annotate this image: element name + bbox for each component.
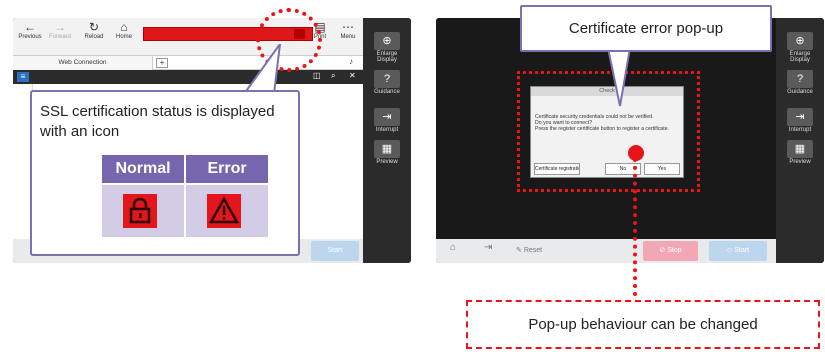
callout-pointer — [244, 44, 281, 94]
connector-dot — [628, 145, 644, 161]
arrow-right-icon: → — [54, 20, 66, 34]
preview-button[interactable]: ▦ Preview — [367, 140, 407, 165]
help-icon: ? — [787, 70, 813, 88]
preview-icon: ▦ — [787, 140, 813, 158]
callout-text: SSL certification status is displayed wi… — [40, 103, 275, 140]
bookmark-icon[interactable]: ◫ — [313, 71, 321, 80]
error-cell — [186, 185, 268, 237]
previous-button[interactable]: ← Previous — [15, 20, 45, 40]
search-icon[interactable]: ⌕ — [331, 71, 335, 81]
hamburger-icon[interactable]: ≡ — [17, 72, 29, 82]
page-nav-bar: ≡ ◫ ⌕ ✕ — [13, 70, 363, 84]
guidance-button[interactable]: ? Guidance — [367, 70, 407, 95]
close-icon[interactable]: ✕ — [349, 71, 356, 80]
popup-behaviour-note: Pop-up behaviour can be changed — [466, 300, 820, 349]
home-icon: ⌂ — [120, 20, 128, 34]
forward-button[interactable]: → Forward — [45, 20, 75, 40]
cert-callout-pointer — [606, 48, 632, 107]
preview-button[interactable]: ▦ Preview — [780, 140, 820, 165]
cert-error-callout: Certificate error pop-up — [520, 5, 772, 52]
right-function-panel: ⊕ Enlarge Display ? Guidance ⇥ Interrupt ▦ P… — [363, 18, 411, 263]
interrupt-button[interactable]: ⇥ Interrupt — [367, 108, 407, 133]
tab-web-connection[interactable]: Web Connection — [13, 56, 153, 70]
more-icon: ⋯ — [342, 20, 354, 34]
reload-button[interactable]: ↻ Reload — [79, 20, 109, 40]
enlarge-display-button[interactable]: ⊕ Enlarge Display — [780, 32, 820, 63]
menu-button[interactable]: ⋯ Menu — [333, 20, 363, 40]
reset-button[interactable]: ✎ Reset — [516, 246, 542, 254]
volume-icon[interactable]: ♪ — [349, 57, 353, 66]
cert-error-label: Certificate error pop-up — [568, 20, 724, 37]
stop-button[interactable]: ⊘ Stop — [643, 241, 698, 261]
preview-icon: ▦ — [374, 140, 400, 158]
interrupt-button[interactable]: ⇥ Interrupt — [780, 108, 820, 133]
eraser-icon: ✎ — [516, 247, 524, 254]
zoom-icon: ⊕ — [374, 32, 400, 50]
normal-cell — [102, 185, 184, 237]
error-header: Error — [186, 155, 268, 183]
popup-behaviour-label: Pop-up behaviour can be changed — [528, 316, 758, 333]
new-tab-button[interactable]: + — [156, 58, 168, 68]
lock-icon — [123, 194, 157, 228]
enlarge-display-button[interactable]: ⊕ Enlarge Display — [367, 32, 407, 63]
zoom-icon: ⊕ — [787, 32, 813, 50]
connector-line — [633, 158, 637, 304]
help-icon: ? — [374, 70, 400, 88]
logout-icon[interactable]: ⇥ — [484, 242, 492, 253]
interrupt-icon: ⇥ — [787, 108, 813, 126]
start-button[interactable]: ◇ Start — [709, 241, 767, 261]
figure: ← Previous → Forward ↻ Reload ⌂ Home ▤ Print … — [0, 0, 825, 352]
interrupt-icon: ⇥ — [374, 108, 400, 126]
normal-header: Normal — [102, 155, 184, 183]
arrow-left-icon: ← — [24, 20, 36, 34]
warning-icon — [207, 194, 241, 228]
start-button[interactable]: Start — [311, 241, 359, 261]
ssl-status-callout: SSL certification status is displayed wi… — [30, 90, 300, 256]
right-function-panel: ⊕ Enlarge Display ? Guidance ⇥ Interrupt ▦ P… — [776, 18, 824, 263]
home-icon[interactable]: ⌂ — [450, 242, 456, 253]
home-button[interactable]: ⌂ Home — [109, 20, 139, 40]
guidance-button[interactable]: ? Guidance — [780, 70, 820, 95]
device-bottom-bar: ⌂ ⇥ ✎ Reset ⊘ Stop ◇ Start — [436, 239, 776, 263]
reload-icon: ↻ — [88, 20, 100, 34]
